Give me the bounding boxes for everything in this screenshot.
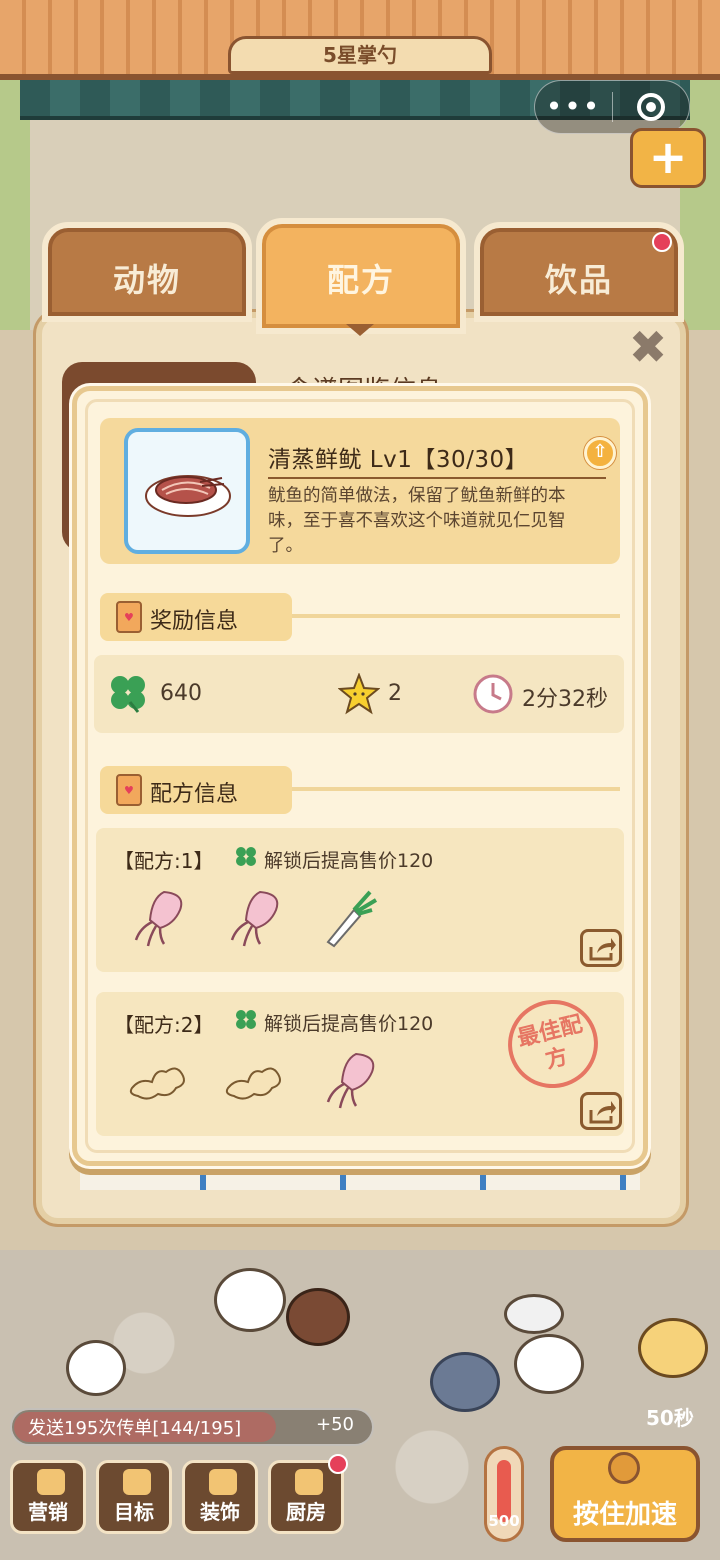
- quest-reward: +50: [316, 1414, 354, 1435]
- reward-clover-value: 640: [160, 681, 202, 706]
- upgrade-arrow-icon[interactable]: ⇧: [584, 437, 616, 469]
- close-icon[interactable]: ✖: [628, 324, 668, 370]
- rabbit-customer[interactable]: [66, 1340, 126, 1396]
- heat-value: 500: [488, 1512, 520, 1530]
- recipe-note: 解锁后提高售价120: [264, 850, 434, 872]
- divider: [268, 477, 606, 479]
- clock-icon: [473, 674, 513, 714]
- dish-title: 清蒸鲜鱿 Lv1【30/30】: [268, 447, 529, 473]
- wok-icon: [295, 1469, 323, 1495]
- button-label: 营销: [28, 1500, 68, 1524]
- active-tab-arrow: [346, 324, 374, 336]
- sheep-customer[interactable]: [504, 1294, 564, 1334]
- squid-icon: [134, 890, 183, 947]
- recipe-section-label: 配方信息: [150, 782, 239, 807]
- steamed-squid-icon: [145, 475, 231, 517]
- section-divider: [292, 787, 620, 791]
- clipboard-icon: ♥: [116, 601, 142, 633]
- reward-time-value: 2分32秒: [522, 687, 608, 712]
- goals-button[interactable]: 目标: [96, 1460, 172, 1534]
- tab-label: 饮品: [544, 261, 613, 299]
- more-icon[interactable]: •••: [535, 80, 612, 134]
- dish-image-frame: [124, 428, 250, 554]
- bear-customer[interactable]: [514, 1334, 584, 1394]
- recipe-label: 【配方:2】: [114, 1013, 214, 1037]
- squid-icon: [230, 890, 279, 947]
- notification-dot: [328, 1454, 348, 1474]
- button-label: 装饰: [200, 1500, 240, 1524]
- leek-icon: [326, 890, 378, 948]
- clover-icon: [236, 847, 256, 866]
- button-label: 目标: [114, 1500, 154, 1524]
- share-button[interactable]: [580, 929, 622, 967]
- reward-star-value: 2: [388, 681, 402, 706]
- tab-label: 动物: [112, 261, 181, 299]
- timer-text: 50秒: [646, 1406, 694, 1430]
- add-button[interactable]: +: [630, 128, 706, 188]
- recipe-note: 解锁后提高售价120: [264, 1013, 434, 1035]
- share-button[interactable]: [580, 1092, 622, 1130]
- dish-description: 鱿鱼的简单做法，保留了鱿鱼新鲜的本味，至于喜不喜欢这个味道就见仁见智了。: [268, 486, 566, 556]
- section-divider: [292, 614, 620, 618]
- marketing-button[interactable]: 营销: [10, 1460, 86, 1534]
- reward-section-label: 奖励信息: [150, 609, 239, 634]
- share-icon: [589, 938, 616, 961]
- speed-icon: [608, 1452, 640, 1484]
- ginger-icon: [225, 1067, 281, 1100]
- quest-text: 发送195次传单[144/195]: [28, 1418, 242, 1439]
- tab-animals[interactable]: 动物: [42, 222, 252, 322]
- target-icon: [636, 93, 665, 121]
- deer-customer[interactable]: [286, 1288, 350, 1346]
- blue-cat-customer[interactable]: [430, 1352, 500, 1412]
- notification-dot: [652, 232, 672, 252]
- squid-icon: [326, 1052, 375, 1109]
- tab-label: 配方: [326, 261, 395, 299]
- miniprogram-capsule: •••: [534, 80, 690, 134]
- star-icon: [338, 673, 380, 715]
- decorate-button[interactable]: 装饰: [182, 1460, 258, 1534]
- target-icon: [123, 1469, 151, 1495]
- megaphone-icon: [37, 1469, 65, 1495]
- tab-recipes[interactable]: 配方: [256, 218, 466, 334]
- paint-roller-icon: [209, 1469, 237, 1495]
- shop-sign: 5星掌勺: [228, 36, 492, 74]
- close-miniprogram-button[interactable]: [613, 93, 689, 121]
- button-label: 厨房: [286, 1500, 326, 1524]
- recipe-label: 【配方:1】: [114, 849, 214, 873]
- clover-icon: [236, 1010, 256, 1029]
- clover-icon: [111, 676, 145, 713]
- ginger-icon: [129, 1067, 185, 1100]
- share-icon: [589, 1101, 616, 1124]
- fox-customer[interactable]: [638, 1318, 708, 1378]
- cat-customer[interactable]: [214, 1268, 286, 1332]
- clipboard-icon: ♥: [116, 774, 142, 806]
- button-label: 按住加速: [572, 1500, 677, 1530]
